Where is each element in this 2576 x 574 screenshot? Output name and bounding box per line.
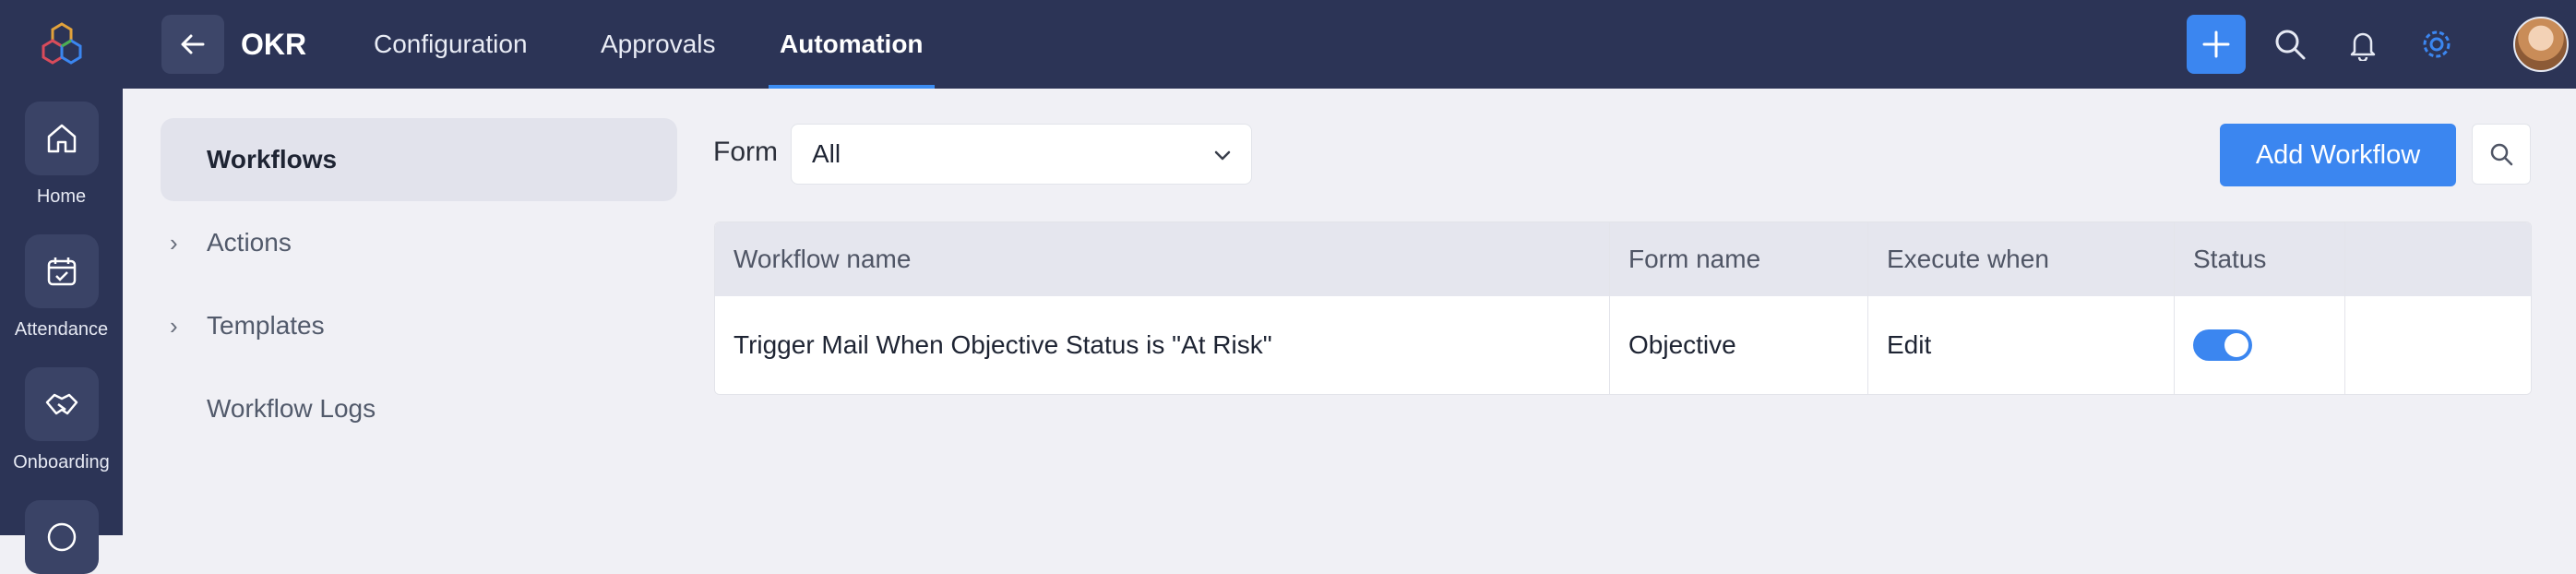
bell-icon[interactable] <box>2343 24 2383 65</box>
column-header-status[interactable]: Status <box>2175 222 2345 296</box>
plus-icon <box>2202 30 2230 58</box>
cell-execute-when: Edit <box>1868 296 2175 394</box>
app-title: OKR <box>241 28 307 61</box>
chevron-down-icon <box>1214 150 1231 161</box>
rail-label-attendance: Attendance <box>14 319 109 340</box>
sidebar-item-workflows[interactable]: Workflows <box>161 118 677 201</box>
column-header-workflow-name[interactable]: Workflow name <box>715 222 1610 296</box>
cell-workflow-name[interactable]: Trigger Mail When Objective Status is "A… <box>715 296 1610 394</box>
globe-icon <box>24 500 99 574</box>
rail-item-home[interactable]: Home <box>0 102 123 208</box>
chevron-right-icon: › <box>170 312 178 340</box>
handshake-icon <box>24 367 99 441</box>
home-icon <box>24 102 99 175</box>
add-button[interactable] <box>2187 15 2246 74</box>
sidebar-item-templates[interactable]: › Templates <box>161 284 677 367</box>
rail-item-attendance[interactable]: Attendance <box>0 234 123 341</box>
cell-row-actions <box>2345 296 2531 394</box>
sidebar-item-workflow-logs[interactable]: Workflow Logs <box>161 367 677 450</box>
form-select-value: All <box>812 139 841 168</box>
sidebar-item-label: Templates <box>207 311 325 340</box>
sidebar-item-label: Actions <box>207 228 292 257</box>
form-select[interactable]: All <box>791 124 1252 185</box>
back-button[interactable] <box>161 15 224 74</box>
rail-label-onboarding: Onboarding <box>13 452 110 472</box>
add-workflow-button[interactable]: Add Workflow <box>2220 124 2456 186</box>
gear-icon[interactable] <box>2416 24 2457 65</box>
table-header-row: Workflow name Form name Execute when Sta… <box>715 222 2531 296</box>
app-logo-icon[interactable] <box>37 18 87 68</box>
app-rail: Home Attendance Onboarding <box>0 0 123 574</box>
form-filter-label: Form <box>713 137 778 167</box>
top-bar: OKR Configuration Approvals Automation <box>123 0 2576 89</box>
table-search-button[interactable] <box>2472 124 2531 185</box>
settings-sidebar: Workflows › Actions › Templates Workflow… <box>161 118 677 450</box>
sidebar-item-actions[interactable]: › Actions <box>161 201 677 284</box>
table-row[interactable]: Trigger Mail When Objective Status is "A… <box>715 296 2531 394</box>
tab-approvals[interactable]: Approvals <box>601 0 716 89</box>
sidebar-item-label: Workflow Logs <box>207 394 376 423</box>
column-header-form-name[interactable]: Form name <box>1610 222 1868 296</box>
avatar[interactable] <box>2513 17 2569 72</box>
column-header-execute-when[interactable]: Execute when <box>1868 222 2175 296</box>
chevron-right-icon: › <box>170 229 178 257</box>
cell-form-name: Objective <box>1610 296 1868 394</box>
tab-automation[interactable]: Automation <box>769 0 935 89</box>
cell-status <box>2175 296 2345 394</box>
workflow-table: Workflow name Form name Execute when Sta… <box>714 221 2532 395</box>
rail-item-onboarding[interactable]: Onboarding <box>0 367 123 473</box>
search-icon <box>2490 143 2513 166</box>
arrow-left-icon <box>181 34 205 54</box>
sidebar-item-label: Workflows <box>207 145 338 173</box>
tab-configuration[interactable]: Configuration <box>374 0 528 89</box>
rail-label-home: Home <box>36 186 87 207</box>
column-header-actions <box>2345 222 2531 296</box>
calendar-check-icon <box>24 234 99 308</box>
search-icon[interactable] <box>2270 24 2310 65</box>
status-toggle[interactable] <box>2193 329 2252 361</box>
rail-item-more[interactable] <box>0 500 123 574</box>
